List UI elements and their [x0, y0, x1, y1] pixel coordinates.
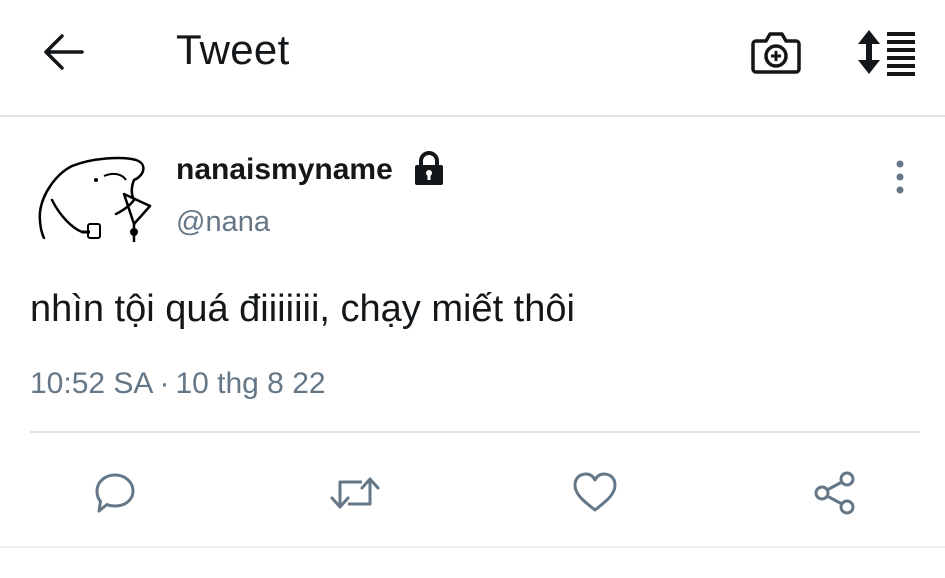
more-options-button[interactable]: [880, 154, 920, 200]
more-vertical-icon: [896, 160, 904, 194]
user-handle[interactable]: @nana: [176, 206, 270, 239]
camera-plus-icon: [751, 32, 801, 74]
tweet-date: 10 thg 8 22: [175, 367, 326, 400]
tweet-text: nhìn tội quá điiiiiii, chạy miết thôi: [30, 288, 575, 330]
reply-button[interactable]: [80, 458, 150, 528]
tweet-time: 10:52 SA: [30, 367, 154, 400]
bottom-divider: [0, 546, 945, 548]
retweet-icon: [330, 477, 380, 509]
sort-list-icon: [858, 30, 915, 76]
avatar[interactable]: [30, 150, 160, 250]
back-button[interactable]: [36, 24, 92, 80]
page-title: Tweet: [176, 26, 290, 73]
heart-icon: [573, 472, 617, 512]
tweet-timestamp: 10:52 SA · 10 thg 8 22: [30, 367, 326, 401]
timestamp-separator: ·: [159, 367, 170, 400]
share-icon: [814, 471, 855, 515]
top-bar: Tweet: [0, 0, 945, 117]
display-name[interactable]: nanaismyname: [176, 153, 393, 187]
share-button[interactable]: [800, 458, 870, 528]
arrow-left-icon: [44, 34, 84, 70]
divider: [30, 431, 920, 433]
reply-icon: [95, 473, 135, 513]
sort-button[interactable]: [852, 20, 922, 84]
lock-icon: [412, 151, 446, 187]
like-button[interactable]: [560, 458, 630, 528]
camera-button[interactable]: [744, 22, 808, 82]
tweet-actions-bar: [0, 458, 945, 528]
tweet-detail-screen: Tweet nanaismyname @nana nhìn tội quá đi…: [0, 0, 945, 578]
retweet-button[interactable]: [320, 458, 390, 528]
avatar-drawing: [38, 156, 152, 242]
